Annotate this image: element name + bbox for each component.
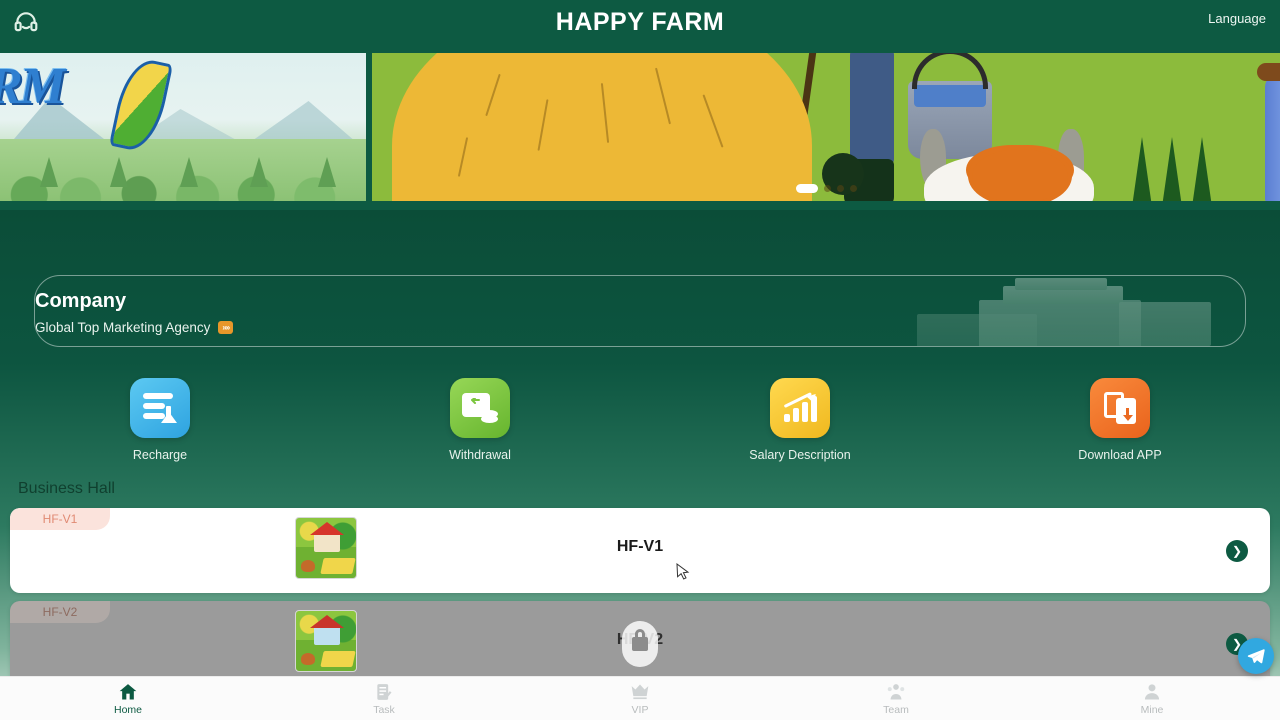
tree-icon [318, 157, 336, 187]
card-title: HF-V1 [616, 538, 664, 555]
haystack-shape [392, 53, 812, 201]
company-subtitle: Global Top Marketing Agency [35, 320, 211, 335]
withdrawal-icon [450, 378, 510, 438]
milk-can-cap-shape [1257, 63, 1280, 81]
bottom-navigation: Home Task VIP Team Mine [0, 676, 1280, 720]
money-stack-illustration [917, 278, 1227, 346]
money-block [1119, 302, 1211, 346]
chevron-right-icon[interactable]: ❯ [1226, 539, 1248, 562]
action-label: Recharge [132, 448, 188, 462]
farmer-leg-shape [850, 53, 894, 167]
thumb-chicken-shape [301, 653, 315, 665]
tree-icon [110, 157, 128, 187]
company-subtitle-row: Global Top Marketing Agency »» [35, 320, 234, 335]
user-icon [1142, 682, 1162, 702]
company-card[interactable]: Company Global Top Marketing Agency »» [34, 275, 1246, 347]
action-salary-description[interactable]: Salary Description [640, 378, 960, 473]
company-arrow-badge: »» [218, 321, 234, 334]
nav-label: Home [113, 703, 142, 716]
carousel-dot[interactable] [836, 185, 844, 192]
action-label: Download APP [1078, 448, 1162, 462]
nav-item-task[interactable]: Task [256, 677, 512, 720]
money-block [979, 300, 1141, 346]
card-level-badge: HF-V1 [10, 508, 110, 530]
card-level-badge: HF-V2 [10, 601, 110, 623]
crown-icon [630, 682, 650, 702]
carousel-dot[interactable] [823, 185, 831, 192]
nav-label: Team [883, 703, 909, 716]
business-card-hf-v2[interactable]: HF-V2 HF-V2 ❯ [10, 601, 1270, 686]
salary-chart-icon [770, 378, 830, 438]
thumb-roof-shape [310, 522, 344, 535]
tree-icon [40, 157, 58, 187]
money-block [1015, 278, 1107, 290]
customer-service-button[interactable] [10, 6, 42, 38]
nav-item-mine[interactable]: Mine [1024, 677, 1280, 720]
banner-logo-text: RM [0, 58, 66, 115]
telegram-icon [1247, 649, 1265, 664]
quick-actions: Recharge Withdrawal Salary Description D… [0, 378, 1280, 473]
recharge-icon [130, 378, 190, 438]
action-recharge[interactable]: Recharge [0, 378, 320, 473]
thumb-roof-shape [310, 615, 344, 628]
carousel-dot[interactable] [849, 185, 857, 192]
thumb-field-shape [320, 558, 356, 574]
lock-icon [622, 620, 658, 667]
business-hall-title: Business Hall [18, 480, 115, 497]
language-switcher[interactable]: Language [1208, 11, 1266, 26]
sheep-face-shape [972, 149, 1068, 201]
action-label: Withdrawal [449, 448, 511, 462]
business-card-hf-v1[interactable]: HF-V1 HF-V1 ❯ [10, 508, 1270, 593]
tree-icon [180, 157, 198, 187]
task-icon [374, 682, 394, 702]
thumb-field-shape [320, 651, 356, 667]
company-title: Company [35, 290, 127, 312]
milk-can-shape [1265, 75, 1280, 201]
page-title: HAPPY FARM [555, 8, 725, 36]
home-icon [118, 682, 138, 702]
app-header: HAPPY FARM Language [0, 0, 1280, 45]
carousel-dots[interactable] [372, 184, 1280, 193]
action-withdrawal[interactable]: Withdrawal [320, 378, 640, 473]
bucket-handle-shape [912, 53, 988, 89]
business-hall-list: HF-V1 HF-V1 ❯ HF-V2 HF-V2 ❯ [0, 508, 1280, 686]
thumb-chicken-shape [301, 560, 315, 572]
carousel-dot-active[interactable] [795, 184, 818, 193]
banner-left-image[interactable]: RM [0, 53, 366, 201]
nav-item-vip[interactable]: VIP [512, 677, 768, 720]
nav-label: Mine [1140, 703, 1164, 716]
download-app-icon [1090, 378, 1150, 438]
headset-icon [14, 12, 38, 32]
action-label: Salary Description [749, 448, 851, 462]
nav-label: Task [373, 703, 395, 716]
nav-item-home[interactable]: Home [0, 677, 256, 720]
tree-icon [250, 157, 268, 187]
banner-carousel[interactable] [372, 53, 1280, 201]
telegram-button[interactable] [1238, 638, 1274, 674]
nav-item-team[interactable]: Team [768, 677, 1024, 720]
action-download-app[interactable]: Download APP [960, 378, 1280, 473]
banner-row: RM [0, 45, 1280, 210]
nav-label: VIP [631, 703, 649, 716]
team-icon [886, 682, 906, 702]
